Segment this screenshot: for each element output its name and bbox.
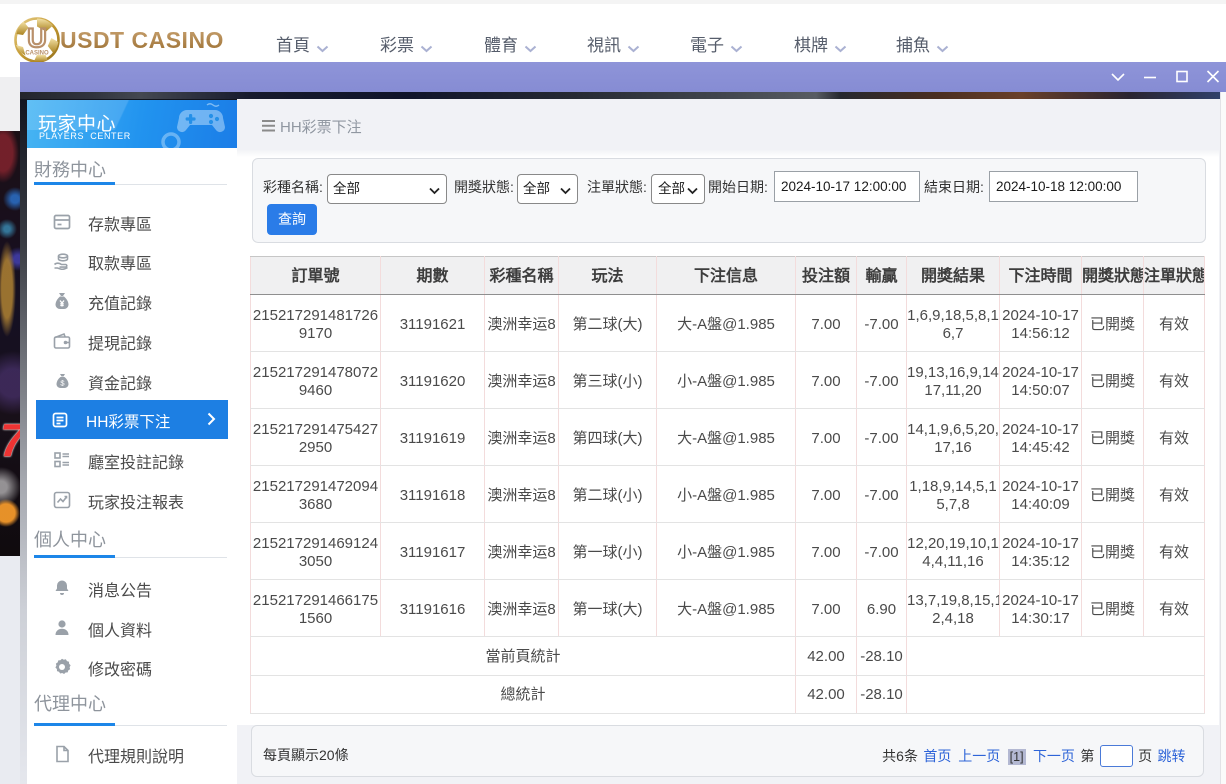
svg-text:U: U — [27, 23, 47, 53]
svg-text:CASINO: CASINO — [25, 51, 49, 57]
